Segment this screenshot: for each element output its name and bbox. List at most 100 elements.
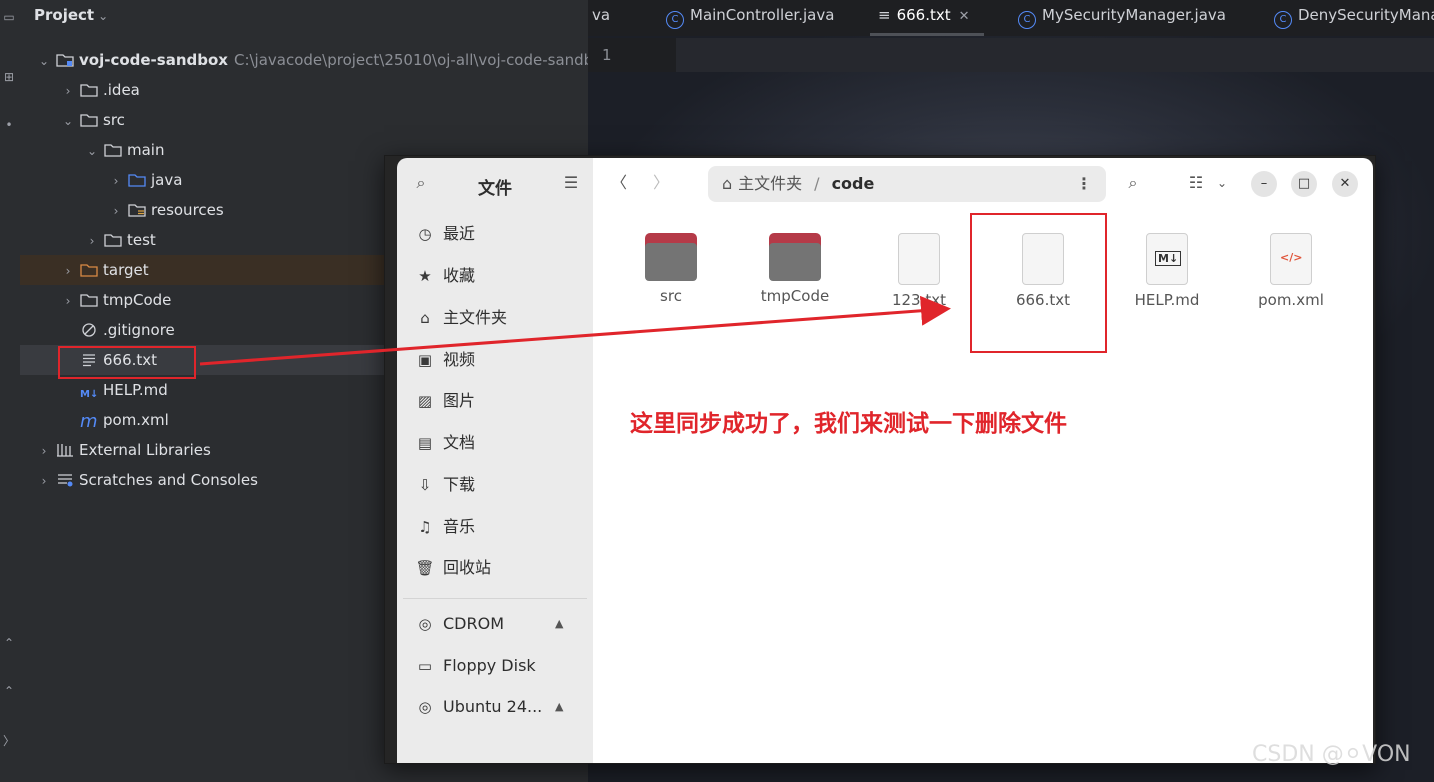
chevron-down-icon[interactable]: ⌄: [1211, 168, 1233, 198]
tab-label: 666.txt: [896, 6, 951, 24]
terminal-icon[interactable]: ⌃: [2, 684, 16, 698]
document-icon: ▤: [417, 434, 433, 452]
sidebar-item-label: 文档: [443, 433, 476, 452]
tree-item-label: main: [127, 141, 165, 159]
problems-icon[interactable]: 〉: [2, 734, 16, 748]
chevron-right-icon[interactable]: ›: [84, 226, 100, 256]
sidebar-item-videos[interactable]: ▣ 视频: [415, 340, 475, 380]
tree-item-src[interactable]: ⌄ src: [20, 105, 588, 135]
highlight-box-manager-file: [970, 213, 1107, 353]
eject-icon[interactable]: ▲: [555, 687, 563, 727]
device-cdrom[interactable]: ◎ CDROM ▲: [415, 604, 563, 644]
folder-icon: [80, 294, 98, 307]
search-files-icon[interactable]: ⌕: [1120, 168, 1146, 198]
excluded-folder-icon: [80, 264, 98, 277]
file-item-help-md[interactable]: M↓ HELP.md: [1112, 233, 1222, 309]
chevron-down-icon[interactable]: ⌄: [60, 106, 76, 136]
file-item-tmpcode[interactable]: tmpCode: [740, 233, 850, 305]
activity-bar: ▭ ⊞ • ⌃ ⌃ 〉: [0, 0, 21, 782]
file-item-123-txt[interactable]: 123.txt: [864, 233, 974, 309]
sidebar-item-downloads[interactable]: ⇩ 下载: [415, 465, 475, 505]
more-icon[interactable]: •: [2, 118, 16, 132]
scratches-icon: [58, 474, 73, 487]
video-icon: ▣: [417, 351, 433, 369]
project-header[interactable]: Project ⌄: [34, 6, 108, 24]
menu-icon[interactable]: ☰: [557, 168, 585, 198]
tab-partial[interactable]: va: [592, 0, 610, 36]
device-label: CDROM: [443, 614, 505, 633]
resources-folder-icon: [128, 204, 146, 217]
chevron-right-icon[interactable]: ›: [108, 196, 124, 226]
tree-item-label: target: [103, 261, 149, 279]
editor-tabs: va C MainController.java ≡ 666.txt ✕ C MySec…: [588, 0, 1434, 36]
run-icon[interactable]: ⌃: [2, 636, 16, 650]
sidebar-item-label: 回收站: [443, 558, 492, 577]
class-icon: C: [1018, 11, 1036, 29]
tab-my-security-manager[interactable]: C MySecurityManager.java: [1018, 0, 1226, 36]
watermark: CSDN @⚪VON: [1252, 742, 1411, 767]
chevron-down-icon[interactable]: ⌄: [36, 46, 52, 76]
tree-item-label: HELP.md: [103, 381, 168, 399]
tree-item-idea[interactable]: › .idea: [20, 75, 588, 105]
sidebar-item-label: 收藏: [443, 266, 476, 285]
eject-icon[interactable]: ▲: [555, 604, 563, 644]
folder-icon: [769, 233, 821, 281]
text-file-icon: [898, 233, 940, 285]
folder-icon[interactable]: ▭: [2, 10, 16, 24]
tab-main-controller[interactable]: C MainController.java: [666, 0, 834, 36]
tree-item-root[interactable]: ⌄ voj-code-sandbox C:\javacode\project\250…: [20, 45, 593, 76]
ignore-file-icon: [82, 323, 96, 337]
folder-icon: [645, 233, 697, 281]
xml-file-icon: </>: [1270, 233, 1312, 285]
close-icon[interactable]: ✕: [1332, 171, 1358, 197]
path-bar[interactable]: ⌂ 主文件夹 / code ⋮: [708, 166, 1106, 202]
tree-item-label: src: [103, 111, 125, 129]
folder-icon: [104, 144, 122, 157]
sidebar-divider: [403, 598, 587, 599]
tree-item-label: tmpCode: [103, 291, 172, 309]
path-segment-home[interactable]: 主文件夹: [738, 174, 802, 193]
chevron-right-icon[interactable]: ›: [36, 436, 52, 466]
forward-icon[interactable]: 〉: [649, 168, 673, 198]
device-ubuntu[interactable]: ◎ Ubuntu 24... ▲: [415, 687, 563, 727]
highlight-box-tree-file: [58, 346, 196, 379]
close-icon[interactable]: ✕: [959, 9, 970, 24]
file-item-pom-xml[interactable]: </> pom.xml: [1236, 233, 1346, 309]
sidebar-item-home[interactable]: ⌂ 主文件夹: [415, 298, 507, 338]
chevron-right-icon[interactable]: ›: [60, 76, 76, 106]
structure-icon[interactable]: ⊞: [2, 70, 16, 84]
sidebar-item-starred[interactable]: ★ 收藏: [415, 256, 475, 296]
path-segment-current[interactable]: code: [832, 174, 875, 193]
minimize-icon[interactable]: –: [1251, 171, 1277, 197]
tab-label: MainController.java: [690, 6, 835, 24]
sidebar-item-music[interactable]: ♫ 音乐: [415, 507, 475, 547]
back-icon[interactable]: 〈: [607, 168, 631, 198]
device-floppy[interactable]: ▭ Floppy Disk: [415, 646, 536, 686]
chevron-right-icon[interactable]: ›: [108, 166, 124, 196]
chevron-down-icon[interactable]: ⌄: [84, 136, 100, 166]
view-list-icon[interactable]: ☷: [1183, 168, 1209, 198]
sidebar-item-documents[interactable]: ▤ 文档: [415, 423, 475, 463]
sidebar-item-recent[interactable]: ◷ 最近: [415, 214, 475, 254]
sidebar-item-label: 下载: [443, 475, 476, 494]
tab-666-txt[interactable]: ≡ 666.txt ✕: [870, 0, 984, 36]
chevron-right-icon[interactable]: ›: [60, 286, 76, 316]
file-item-src[interactable]: src: [616, 233, 726, 305]
markdown-file-icon: M↓: [1146, 233, 1188, 285]
chevron-right-icon[interactable]: ›: [60, 256, 76, 286]
sidebar-item-label: 图片: [443, 391, 476, 410]
sidebar-item-trash[interactable]: 🗑 回收站: [415, 548, 491, 588]
music-icon: ♫: [418, 518, 432, 536]
download-icon: ⇩: [418, 476, 432, 494]
disc-icon: ◎: [418, 615, 432, 633]
maximize-icon[interactable]: □: [1291, 171, 1317, 197]
current-line[interactable]: [676, 38, 1434, 72]
chevron-right-icon[interactable]: ›: [36, 466, 52, 496]
sidebar-item-pictures[interactable]: ▨ 图片: [415, 381, 475, 421]
folder-icon: [80, 114, 98, 127]
file-name: src: [660, 287, 682, 305]
tab-deny-security-manager[interactable]: C DenySecurityMana: [1274, 0, 1434, 36]
sidebar-item-label: 主文件夹: [443, 308, 508, 327]
source-folder-icon: [128, 174, 146, 187]
kebab-menu-icon[interactable]: ⋮: [1076, 166, 1092, 202]
